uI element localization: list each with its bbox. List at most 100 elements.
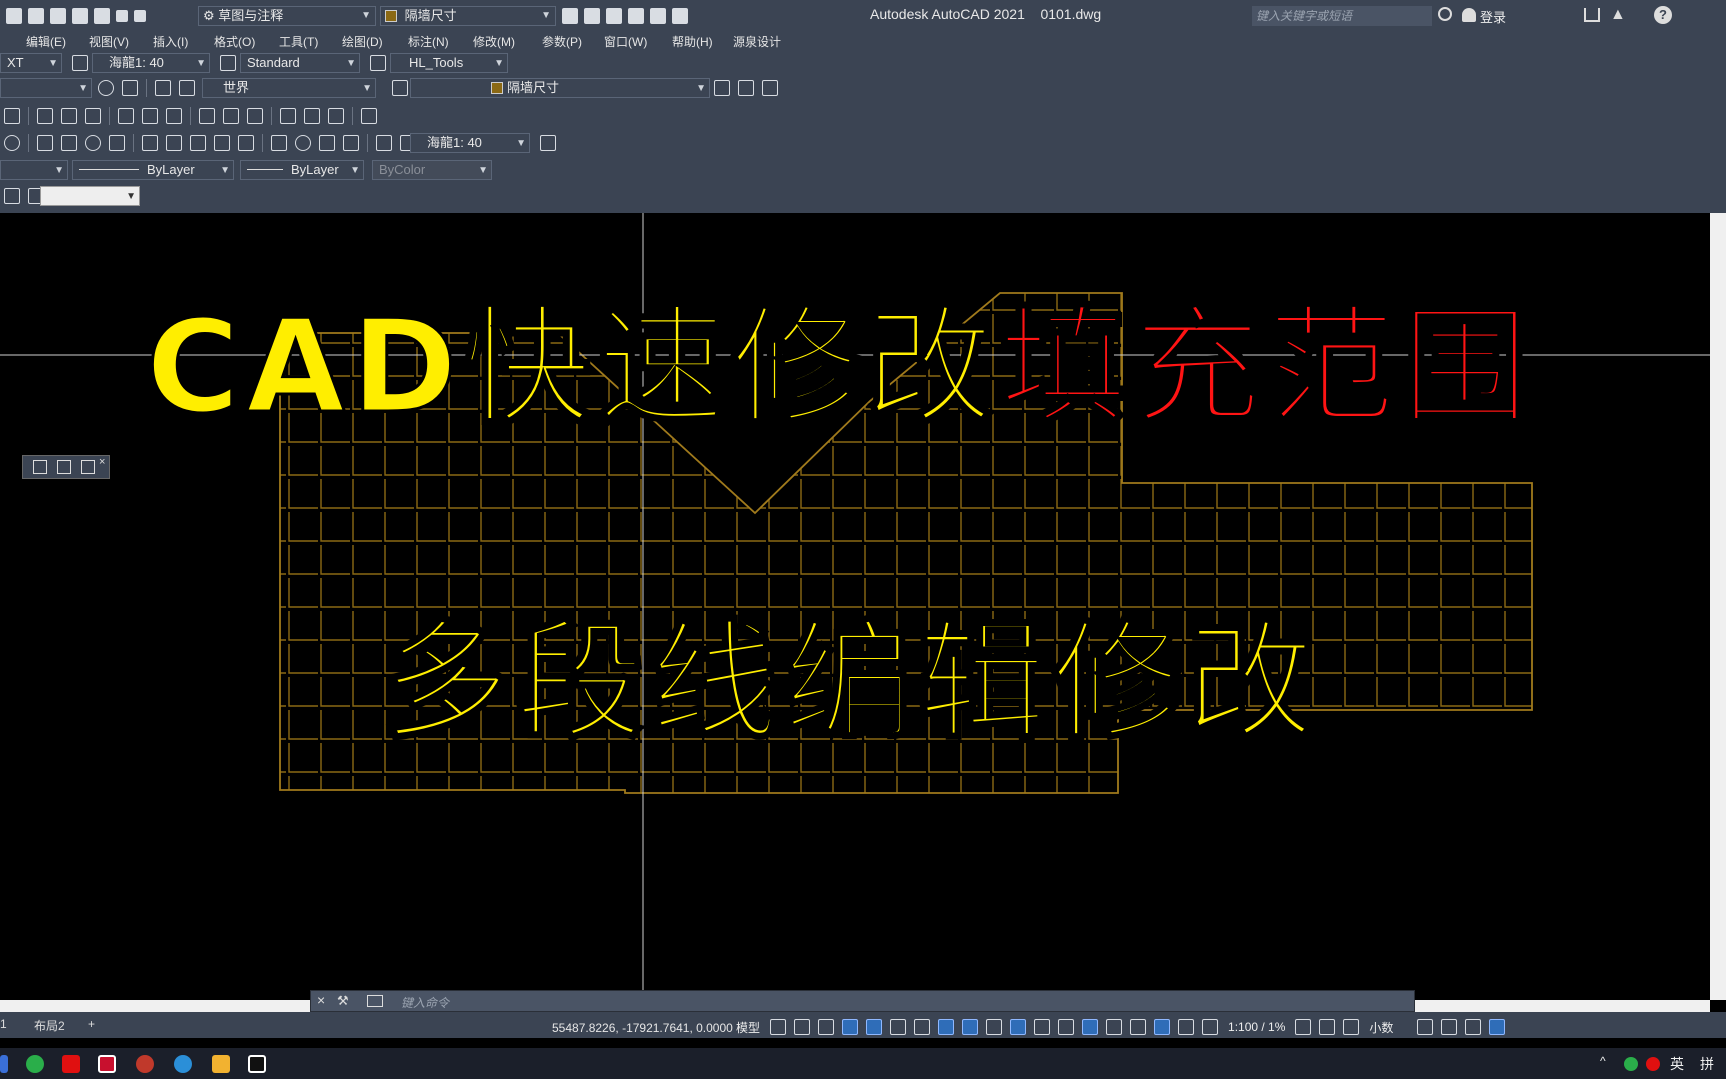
center-mark-icon[interactable] bbox=[295, 135, 311, 151]
inspection-icon[interactable] bbox=[319, 135, 335, 151]
wechat-icon[interactable] bbox=[26, 1055, 44, 1073]
transparency-icon[interactable] bbox=[1010, 1019, 1027, 1035]
annotation-scale-select[interactable]: 海龍1: 40 ▼ bbox=[92, 53, 210, 73]
units-value[interactable]: 小数 bbox=[1369, 1019, 1393, 1036]
linetype-select[interactable]: ByLayer ▼ bbox=[72, 160, 234, 180]
layout-tab-1[interactable]: 1 bbox=[0, 1017, 7, 1031]
dim-arc-icon[interactable] bbox=[37, 135, 53, 151]
dynamic-input-icon[interactable] bbox=[842, 1019, 859, 1035]
object-snap-tracking-icon[interactable] bbox=[938, 1019, 955, 1035]
layer-select[interactable]: 隔墙尺寸 ▼ bbox=[410, 78, 710, 98]
menu-edit[interactable]: 编辑(E) bbox=[26, 33, 66, 50]
selection-cycling-icon[interactable] bbox=[1034, 1019, 1051, 1035]
command-input[interactable]: 键入命令 bbox=[401, 994, 449, 1011]
menu-insert[interactable]: 插入(I) bbox=[153, 33, 188, 50]
dim-space-icon[interactable] bbox=[214, 135, 230, 151]
menu-parametric[interactable]: 参数(P) bbox=[542, 33, 582, 50]
ucs-reset-icon[interactable] bbox=[328, 108, 344, 124]
command-line[interactable]: × ⚒ 键入命令 bbox=[310, 990, 1415, 1012]
ucs-z-rotate-icon[interactable] bbox=[166, 108, 182, 124]
add-layout-button[interactable]: + bbox=[88, 1017, 95, 1031]
redo-icon[interactable] bbox=[134, 10, 146, 22]
capcut-icon[interactable] bbox=[248, 1055, 266, 1073]
drawing-canvas[interactable]: CAD快速修改填充范围 多段线编辑修改 bbox=[0, 213, 1710, 1000]
edit-icon[interactable] bbox=[33, 460, 47, 474]
workspace-dropdown[interactable]: ⚙ 草图与注释 ▼ bbox=[198, 6, 376, 26]
annotation-visibility-icon[interactable] bbox=[1154, 1019, 1171, 1035]
quick-dim-icon[interactable] bbox=[142, 135, 158, 151]
dim-style-icon[interactable] bbox=[72, 55, 88, 71]
infer-constraints-icon[interactable] bbox=[818, 1019, 835, 1035]
ucs-3point-icon[interactable] bbox=[85, 108, 101, 124]
wrench-icon[interactable]: ⚒ bbox=[337, 993, 349, 1009]
ucs-face-icon[interactable] bbox=[304, 108, 320, 124]
menu-help[interactable]: 帮助(H) bbox=[672, 33, 713, 50]
annotation-scale-icon[interactable] bbox=[1202, 1019, 1219, 1035]
ucs-origin-icon[interactable] bbox=[37, 108, 53, 124]
menu-yuanquan[interactable]: 源泉设计 bbox=[733, 33, 781, 50]
save-view-icon[interactable] bbox=[57, 460, 71, 474]
publish-icon[interactable] bbox=[606, 8, 622, 24]
annotation-scale-value[interactable]: 1:100 / 1% bbox=[1228, 1020, 1285, 1034]
table-style-select[interactable]: HL_Tools ▼ bbox=[390, 53, 508, 73]
autodesk-a360-icon[interactable]: ▲ bbox=[1610, 6, 1626, 24]
file-explorer-icon[interactable] bbox=[212, 1055, 230, 1073]
quick-properties-icon[interactable] bbox=[1417, 1019, 1434, 1035]
dim-style-manager-icon[interactable] bbox=[540, 135, 556, 151]
menu-window[interactable]: 窗口(W) bbox=[604, 33, 647, 50]
polar-tracking-icon[interactable] bbox=[890, 1019, 907, 1035]
dim-radius-icon[interactable] bbox=[61, 135, 77, 151]
tolerance-icon[interactable] bbox=[271, 135, 287, 151]
ucs-select[interactable]: 世界 ▼ bbox=[202, 78, 376, 98]
search-input[interactable]: 键入关键字或短语 bbox=[1252, 6, 1432, 26]
zoom-window-icon[interactable] bbox=[4, 188, 20, 204]
dim-continue-icon[interactable] bbox=[190, 135, 206, 151]
layer-quick-dropdown[interactable]: 隔墙尺寸 ▼ bbox=[380, 6, 556, 26]
app-circle-icon[interactable] bbox=[136, 1055, 154, 1073]
menu-tools[interactable]: 工具(T) bbox=[279, 33, 318, 50]
multileader-style-icon[interactable] bbox=[370, 55, 386, 71]
workspace-gear-icon[interactable] bbox=[1295, 1019, 1312, 1035]
share-icon[interactable] bbox=[672, 8, 688, 24]
snap-icon[interactable] bbox=[794, 1019, 811, 1035]
gizmo-icon[interactable] bbox=[1130, 1019, 1147, 1035]
settings-icon[interactable] bbox=[98, 80, 114, 96]
cart-icon[interactable] bbox=[1584, 8, 1600, 22]
lock-ui-icon[interactable] bbox=[1441, 1019, 1458, 1035]
command-prompt-icon[interactable] bbox=[367, 995, 383, 1007]
object-snap-icon[interactable] bbox=[962, 1019, 979, 1035]
app-red-icon[interactable] bbox=[62, 1055, 80, 1073]
ime-indicator[interactable]: 英 bbox=[1670, 1054, 1684, 1074]
menu-view[interactable]: 视图(V) bbox=[89, 33, 129, 50]
close-icon[interactable]: × bbox=[317, 992, 325, 1008]
search-icon[interactable] bbox=[1438, 7, 1452, 21]
isolate-objects-icon[interactable] bbox=[1465, 1019, 1482, 1035]
layer-manager-icon[interactable] bbox=[392, 80, 408, 96]
ucs-named-icon[interactable] bbox=[223, 108, 239, 124]
text-style-select[interactable]: XT ▼ bbox=[0, 53, 62, 73]
isometric-icon[interactable] bbox=[914, 1019, 931, 1035]
menu-format[interactable]: 格式(O) bbox=[214, 33, 255, 50]
tray-chevron-icon[interactable]: ^ bbox=[1600, 1054, 1606, 1068]
vertical-scrollbar[interactable] bbox=[1710, 213, 1726, 1000]
model-toggle[interactable]: 模型 bbox=[736, 1019, 760, 1036]
menu-draw[interactable]: 绘图(D) bbox=[342, 33, 383, 50]
dim-angular-icon[interactable] bbox=[109, 135, 125, 151]
view-select[interactable]: ▼ bbox=[0, 78, 92, 98]
layer-state-icon[interactable] bbox=[762, 80, 778, 96]
layer-previous-icon[interactable] bbox=[738, 80, 754, 96]
jogged-linear-icon[interactable] bbox=[343, 135, 359, 151]
ucs-icon[interactable] bbox=[122, 80, 138, 96]
new-icon[interactable] bbox=[72, 8, 88, 24]
lineweight-select[interactable]: ByLayer ▼ bbox=[240, 160, 364, 180]
layer-properties-icon[interactable] bbox=[562, 8, 578, 24]
ucs-view-icon[interactable] bbox=[280, 108, 296, 124]
zoom-icon[interactable] bbox=[4, 108, 20, 124]
dim-break-icon[interactable] bbox=[238, 135, 254, 151]
menu-modify[interactable]: 修改(M) bbox=[473, 33, 515, 50]
auto-scale-icon[interactable] bbox=[1178, 1019, 1195, 1035]
tray-qq-icon[interactable] bbox=[1646, 1057, 1660, 1071]
plot-icon[interactable] bbox=[628, 8, 644, 24]
dim-edit-icon[interactable] bbox=[376, 135, 392, 151]
dim-linear-icon[interactable] bbox=[4, 135, 20, 151]
